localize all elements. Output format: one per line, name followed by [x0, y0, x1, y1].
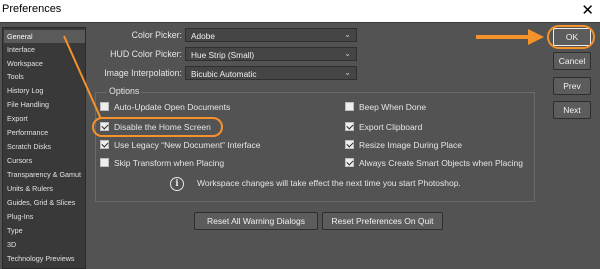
title-bar: Preferences ✕: [0, 0, 600, 22]
auto-update-label: Auto-Update Open Documents: [114, 102, 231, 112]
legacy-new-document-checkbox[interactable]: [100, 140, 109, 149]
chevron-down-icon: ⌄: [344, 30, 351, 39]
sidebar-item-export[interactable]: Export: [4, 112, 85, 125]
sidebar-item-general[interactable]: General: [4, 30, 85, 43]
skip-transform-checkbox[interactable]: [100, 158, 109, 167]
sidebar-item-3d[interactable]: 3D: [4, 238, 85, 251]
info-message: Workspace changes will take effect the n…: [197, 178, 461, 188]
chevron-down-icon: ⌄: [344, 68, 351, 77]
sidebar-item-guides-grid-slices[interactable]: Guides, Grid & Slices: [4, 196, 85, 209]
annotation-arrowhead: [528, 29, 544, 45]
beep-when-done-checkbox[interactable]: [345, 102, 354, 111]
prev-button[interactable]: Prev: [553, 77, 591, 95]
auto-update-checkbox[interactable]: [100, 102, 109, 111]
beep-when-done-label: Beep When Done: [359, 102, 427, 112]
sidebar-item-cursors[interactable]: Cursors: [4, 154, 85, 167]
annotation-highlight-ring: [92, 117, 223, 137]
color-picker-label: Color Picker:: [131, 30, 182, 40]
legacy-new-document-label: Use Legacy “New Document” Interface: [114, 140, 261, 150]
title-divider: [0, 22, 600, 23]
sidebar-item-plug-ins[interactable]: Plug-Ins: [4, 210, 85, 223]
sidebar-item-history-log[interactable]: History Log: [4, 84, 85, 97]
sidebar-item-technology-previews[interactable]: Technology Previews: [4, 252, 85, 265]
sidebar-item-performance[interactable]: Performance: [4, 126, 85, 139]
annotation-ok-ring: [547, 25, 595, 49]
sidebar-item-transparency-gamut[interactable]: Transparency & Gamut: [4, 168, 85, 181]
image-interpolation-value: Bicubic Automatic: [191, 69, 257, 79]
smart-objects-checkbox[interactable]: [345, 158, 354, 167]
cancel-button[interactable]: Cancel: [553, 52, 591, 70]
sidebar-item-units-rulers[interactable]: Units & Rulers: [4, 182, 85, 195]
reset-preferences-button[interactable]: Reset Preferences On Quit: [322, 212, 443, 230]
chevron-down-icon: ⌄: [344, 49, 351, 58]
image-interpolation-label: Image Interpolation:: [104, 68, 182, 78]
preferences-sidebar: General Interface Workspace Tools Histor…: [2, 27, 86, 269]
hud-color-picker-label: HUD Color Picker:: [110, 49, 182, 59]
hud-color-picker-value: Hue Strip (Small): [191, 50, 255, 60]
color-picker-select[interactable]: Adobe ⌄: [185, 28, 357, 42]
options-group-title: Options: [107, 86, 142, 96]
smart-objects-label: Always Create Smart Objects when Placing: [359, 158, 523, 168]
sidebar-item-interface[interactable]: Interface: [4, 43, 85, 56]
skip-transform-label: Skip Transform when Placing: [114, 158, 225, 168]
sidebar-item-tools[interactable]: Tools: [4, 70, 85, 83]
image-interpolation-select[interactable]: Bicubic Automatic ⌄: [185, 66, 357, 80]
resize-image-label: Resize Image During Place: [359, 140, 462, 150]
hud-color-picker-select[interactable]: Hue Strip (Small) ⌄: [185, 47, 357, 61]
sidebar-item-scratch-disks[interactable]: Scratch Disks: [4, 140, 85, 153]
window-title: Preferences: [2, 3, 62, 15]
next-button[interactable]: Next: [553, 101, 591, 119]
close-icon[interactable]: ✕: [581, 1, 594, 19]
sidebar-item-workspace[interactable]: Workspace: [4, 57, 85, 70]
export-clipboard-checkbox[interactable]: [345, 122, 354, 131]
info-icon: i: [170, 177, 184, 191]
export-clipboard-label: Export Clipboard: [359, 122, 423, 132]
reset-warning-dialogs-button[interactable]: Reset All Warning Dialogs: [194, 212, 318, 230]
color-picker-value: Adobe: [191, 31, 215, 41]
sidebar-item-type[interactable]: Type: [4, 224, 85, 237]
sidebar-item-file-handling[interactable]: File Handling: [4, 98, 85, 111]
resize-image-checkbox[interactable]: [345, 140, 354, 149]
